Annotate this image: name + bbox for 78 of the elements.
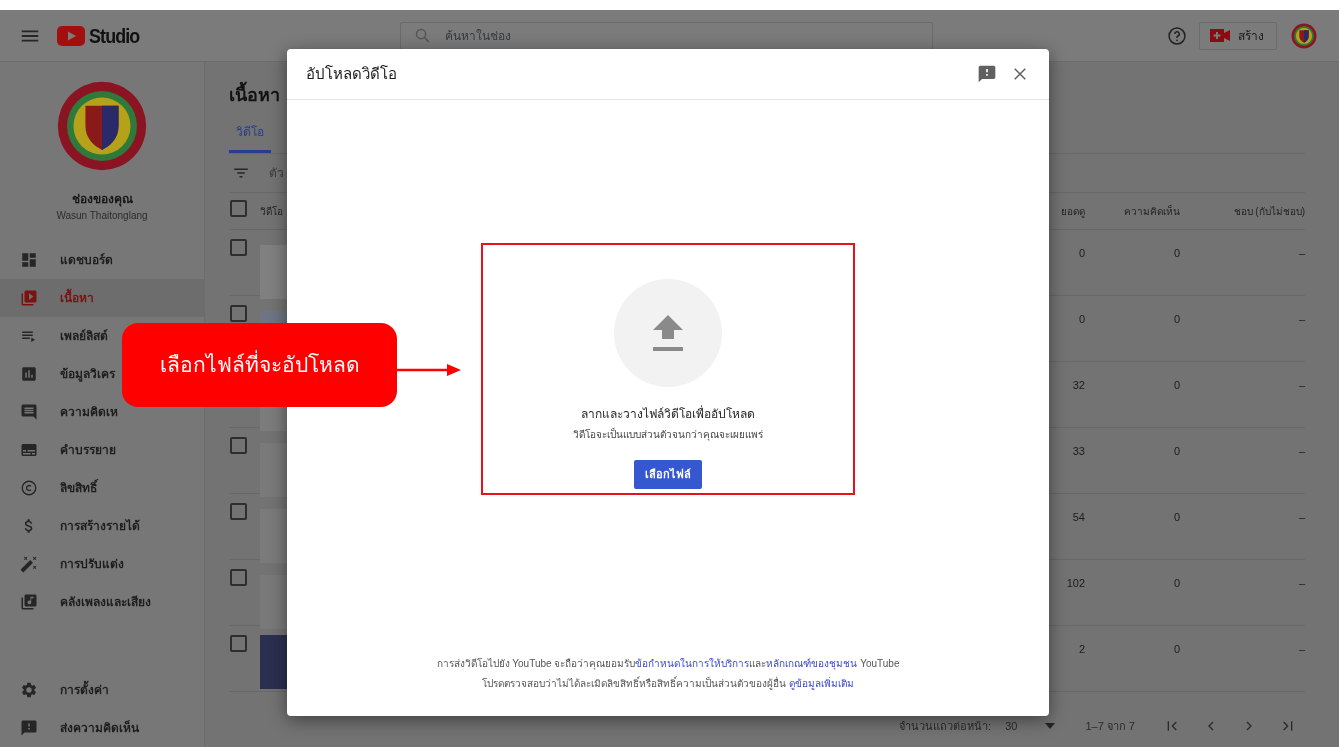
channel-avatar[interactable] — [1291, 22, 1317, 49]
column-header: ยอดดู — [1061, 205, 1085, 217]
rows-per-page-label: จำนวนแถวต่อหน้า: — [899, 718, 992, 734]
comment-count: 0 — [1173, 247, 1180, 259]
view-count: 54 — [1072, 511, 1085, 523]
channel-title: ช่องของคุณ — [70, 191, 134, 208]
search-icon — [414, 26, 432, 44]
legal-link[interactable]: ดูข้อมูลเพิ่มเติม — [788, 678, 854, 689]
logo-text: Studio — [89, 22, 140, 49]
bar-chart-icon — [20, 365, 38, 383]
legal-text: โปรดตรวจสอบว่าไม่ได้ละเมิดลิขสิทธิ์หรือสิทธิ์ความเป็นส่วนตัวของผู้อื่น ดูข้อมูลเพิ่มเติม — [481, 675, 855, 692]
tab[interactable]: วิดีโอ — [229, 119, 271, 153]
sidebar-item[interactable]: คลังเพลงและเสียง — [0, 583, 204, 621]
checkbox[interactable] — [230, 200, 247, 217]
column-header: ชอบ (กับไม่ชอบ) — [1233, 205, 1305, 217]
create-button[interactable]: สร้าง — [1199, 21, 1277, 50]
legal-link[interactable]: หลักเกณฑ์ของชุมชน — [766, 658, 858, 669]
sidebar-item[interactable]: การสร้างรายได้ — [0, 507, 204, 545]
feedback-icon[interactable] — [977, 64, 997, 84]
select-files-button[interactable]: เลือกไฟล์ — [634, 460, 702, 489]
comment-icon — [20, 403, 38, 421]
view-count: 102 — [1066, 577, 1085, 589]
comment-count: 0 — [1173, 445, 1180, 457]
checkbox[interactable] — [230, 437, 247, 454]
like-count: – — [1298, 379, 1305, 391]
view-count: 32 — [1072, 379, 1085, 391]
view-count: 0 — [1078, 313, 1085, 325]
view-count: 2 — [1078, 643, 1085, 655]
rows-per-page-select[interactable]: 30 — [1005, 717, 1018, 735]
pointer-arrow — [397, 364, 461, 376]
help-icon[interactable] — [1167, 25, 1187, 46]
like-count: – — [1298, 313, 1305, 325]
comment-count: 0 — [1173, 379, 1180, 391]
close-icon[interactable] — [1011, 65, 1029, 83]
like-count: – — [1298, 577, 1305, 589]
legal-text: การส่งวิดีโอไปยัง YouTube จะถือว่าคุณยอมรับข้อกำหนดในการให้บริการและหลักเกณฑ์ของชุมชน YouTube — [435, 657, 901, 672]
page-range: 1–7 จาก 7 — [1085, 718, 1135, 734]
comment-count: 0 — [1173, 577, 1180, 589]
video-camera-icon — [1210, 29, 1230, 42]
like-count: – — [1298, 511, 1305, 523]
column-header: วิดีโอ — [260, 206, 283, 217]
page-title: เนื้อหา — [229, 82, 1305, 109]
like-count: – — [1298, 445, 1305, 457]
dashboard-icon — [20, 251, 38, 269]
feedback-icon — [20, 719, 38, 737]
copyright-icon — [20, 479, 38, 497]
dialog-title: อัปโหลดวิดีโอ — [306, 63, 397, 84]
checkbox[interactable] — [230, 503, 247, 520]
view-count: 0 — [1078, 247, 1085, 259]
legal-link[interactable]: ข้อกำหนดในการให้บริการ — [635, 658, 750, 669]
search-field[interactable]: ค้นหาในช่อง — [400, 21, 934, 50]
magic-wand-icon — [20, 555, 38, 573]
comment-count: 0 — [1173, 313, 1180, 325]
upload-arrow-icon — [651, 313, 685, 353]
checkbox[interactable] — [230, 569, 247, 586]
sidebar-item[interactable]: เนื้อหา — [0, 279, 204, 317]
sidebar-item[interactable]: การตั้งค่า — [0, 671, 204, 709]
dropdown-caret-icon[interactable] — [1045, 723, 1056, 729]
sidebar-item[interactable]: คำบรรยาย — [0, 431, 204, 469]
play-logo-icon — [57, 25, 85, 46]
like-count: – — [1298, 643, 1305, 655]
subtitles-icon — [20, 441, 38, 459]
channel-name: Wasun Thaitonglang — [55, 209, 149, 223]
music-library-icon — [20, 593, 38, 611]
like-count: – — [1298, 247, 1305, 259]
settings-icon — [20, 681, 38, 699]
checkbox[interactable] — [230, 239, 247, 256]
sidebar-item[interactable]: แดชบอร์ด — [0, 241, 204, 279]
view-count: 33 — [1072, 445, 1085, 457]
column-header: ความคิดเห็น — [1124, 205, 1180, 217]
upload-note: วิดีโอจะเป็นแบบส่วนตัวจนกว่าคุณจะเผยแพร่ — [573, 427, 763, 442]
comment-count: 0 — [1173, 643, 1180, 655]
sidebar-item[interactable]: ส่งความคิดเห็น — [0, 709, 204, 747]
upload-prompt: ลากและวางไฟล์วิดีโอเพื่ออัปโหลด — [581, 405, 755, 423]
sidebar-item[interactable]: การปรับแต่ง — [0, 545, 204, 583]
sidebar-item[interactable]: ลิขสิทธิ์ — [0, 469, 204, 507]
checkbox[interactable] — [230, 635, 247, 652]
comment-count: 0 — [1173, 511, 1180, 523]
